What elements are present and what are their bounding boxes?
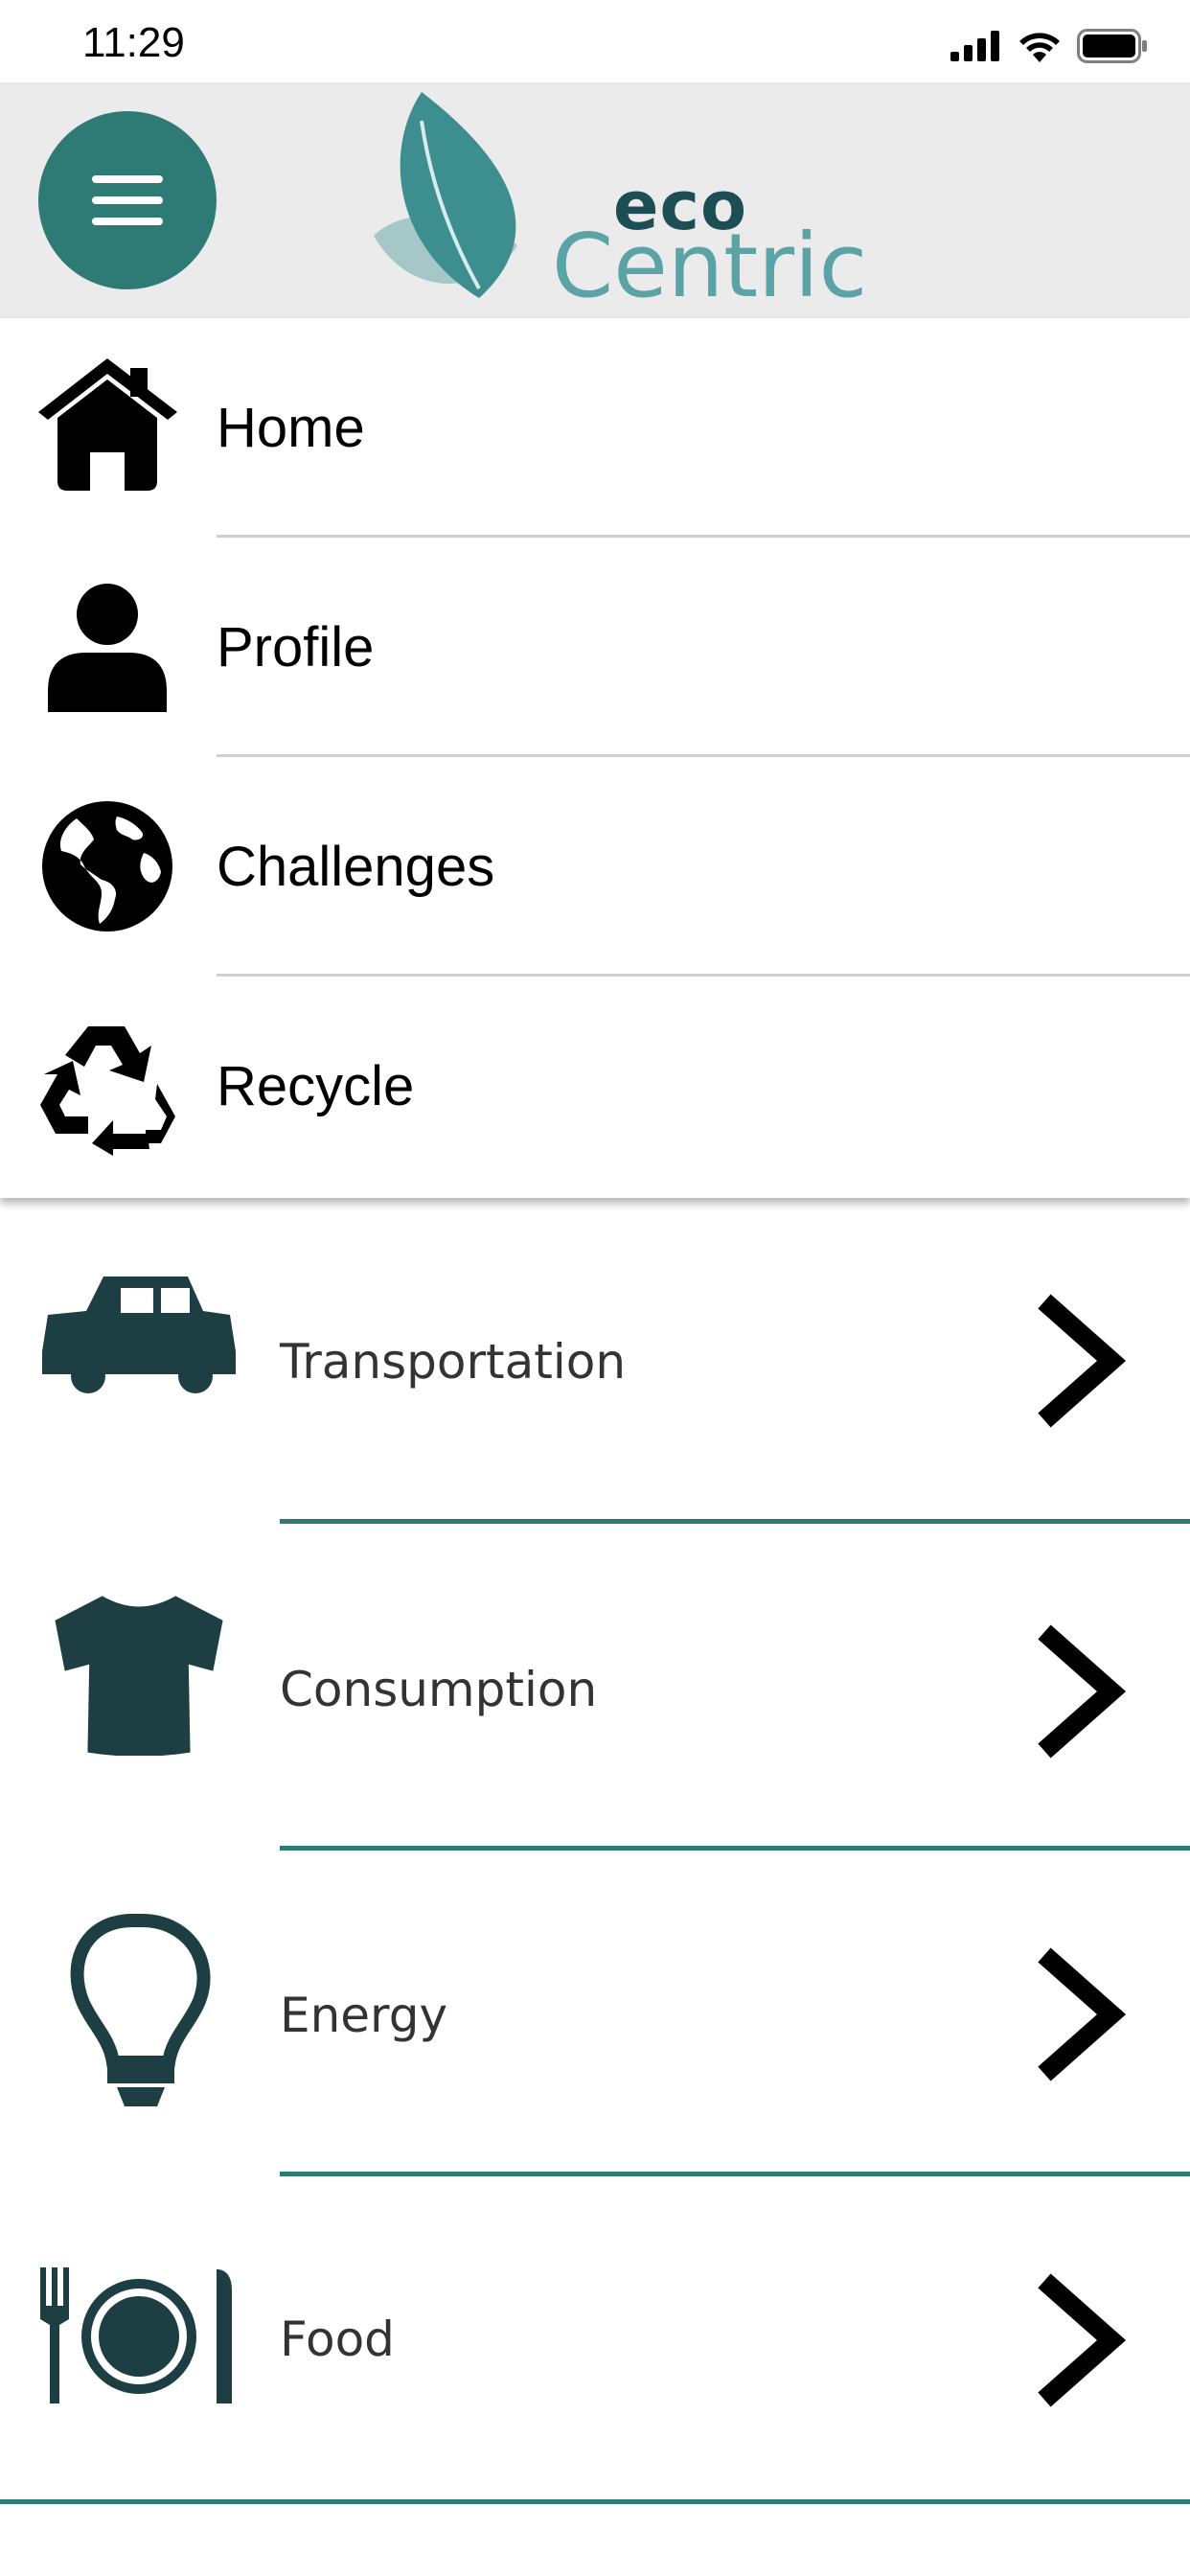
category-label: Energy: [280, 1988, 448, 2043]
category-label: Consumption: [280, 1662, 598, 1717]
car-icon: [42, 1276, 236, 1393]
tshirt-icon: [55, 1596, 223, 1756]
chevron-right-icon: [1038, 1624, 1127, 1759]
chevron-right-icon: [1038, 1294, 1127, 1428]
app-logo: eco Centric: [364, 92, 881, 317]
category-divider: [280, 2172, 1190, 2176]
drawer-item-label: Home: [217, 397, 365, 459]
status-icons: [950, 29, 1148, 63]
category-divider: [280, 1846, 1190, 1851]
cellular-signal-icon: [950, 31, 999, 61]
category-item-transportation[interactable]: Transportation: [0, 1198, 1190, 1526]
battery-icon: [1077, 29, 1147, 63]
drawer-item-home[interactable]: Home: [0, 318, 1190, 538]
category-divider: [280, 1519, 1190, 1524]
app-header: eco Centric: [0, 82, 1190, 318]
recycle-icon: [40, 1026, 175, 1156]
status-bar: 11:29: [0, 0, 1190, 82]
home-icon: [38, 358, 177, 491]
chevron-right-icon: [1038, 2273, 1127, 2407]
lightbulb-icon: [70, 1914, 211, 2106]
category-item-food[interactable]: Food: [0, 2177, 1190, 2505]
drawer-item-recycle[interactable]: Recycle: [0, 977, 1190, 1196]
category-divider: [0, 2499, 1190, 2504]
utensils-plate-icon: [40, 2267, 232, 2404]
navigation-drawer: Home Profile Challenges Recycle: [0, 318, 1190, 1198]
category-item-energy[interactable]: Energy: [0, 1852, 1190, 2179]
category-label: Transportation: [280, 1334, 627, 1390]
drawer-item-label: Recycle: [217, 1055, 415, 1117]
chevron-right-icon: [1038, 1947, 1127, 2082]
user-icon: [48, 584, 167, 712]
drawer-item-challenges[interactable]: Challenges: [0, 757, 1190, 977]
drawer-item-label: Challenges: [217, 836, 495, 898]
menu-button[interactable]: [38, 111, 217, 289]
hamburger-menu-icon: [92, 175, 163, 225]
globe-icon: [42, 801, 172, 932]
category-item-consumption[interactable]: Consumption: [0, 1526, 1190, 1853]
drawer-item-profile[interactable]: Profile: [0, 538, 1190, 757]
wifi-icon: [1019, 33, 1060, 62]
drawer-item-label: Profile: [217, 616, 375, 678]
logo-text-centric: Centric: [552, 215, 868, 317]
category-label: Food: [280, 2312, 395, 2367]
status-time: 11:29: [82, 19, 185, 66]
